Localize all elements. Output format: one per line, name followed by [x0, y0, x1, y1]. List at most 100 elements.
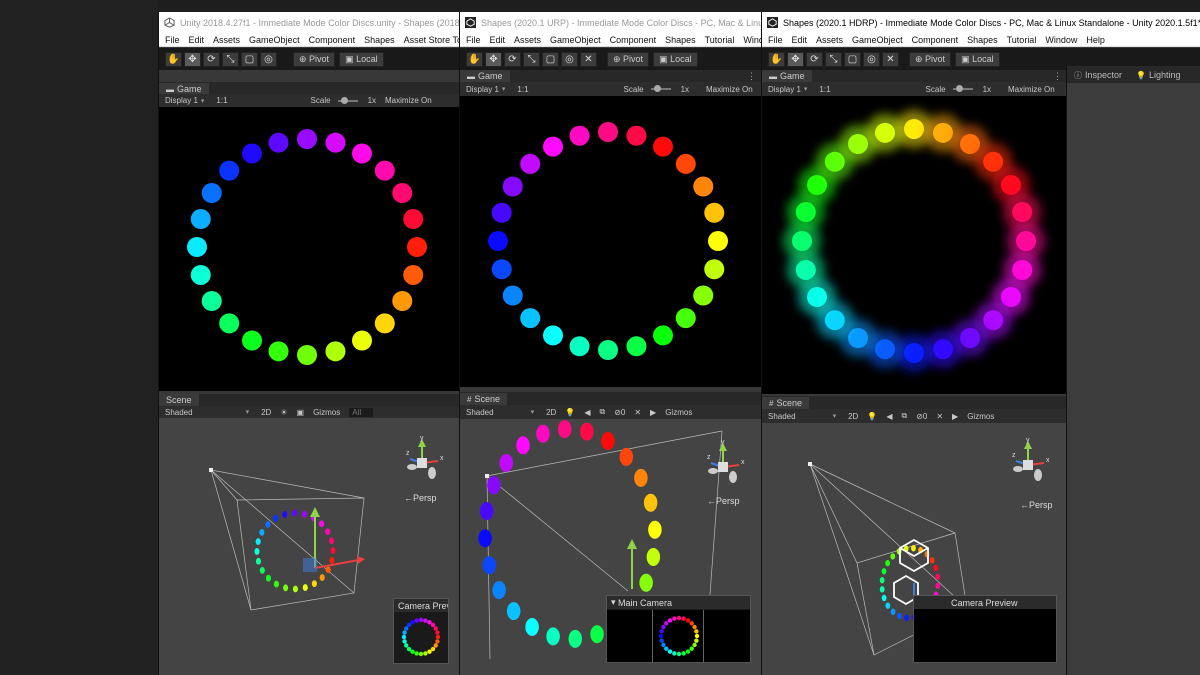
game-view[interactable] — [762, 96, 1067, 394]
pivot-toggle[interactable]: ⊕ Pivot — [293, 51, 336, 67]
display-dropdown[interactable]: Display 1 — [768, 85, 801, 94]
camera-icon[interactable]: ▶ — [650, 408, 656, 417]
tab-lighting[interactable]: 💡 Lighting — [1129, 67, 1188, 83]
menu-file[interactable]: File — [165, 35, 180, 45]
tab-scene[interactable]: # Scene — [460, 393, 507, 405]
gizmos-dropdown[interactable]: Gizmos — [665, 408, 692, 417]
menu-asset-store-tools[interactable]: Asset Store Tools — [404, 35, 459, 45]
maximize-on-play-toggle[interactable]: Maximize On — [706, 85, 753, 94]
scene-view[interactable]: y z x ←Persp ▾ Main Camera — [460, 419, 761, 675]
scene-search-input[interactable]: All — [349, 407, 374, 417]
game-view[interactable] — [159, 107, 459, 391]
gizmo-tools-icon[interactable]: ✕ — [634, 408, 641, 417]
custom-tool-icon[interactable]: ✕ — [882, 51, 899, 67]
gizmo-tools-icon[interactable]: ✕ — [936, 412, 943, 421]
toggle-2d-button[interactable]: 2D — [546, 408, 556, 417]
aspect-dropdown[interactable]: 1:1 — [819, 85, 830, 94]
menu-file[interactable]: File — [768, 35, 783, 45]
pivot-toggle[interactable]: ⊕ Pivot — [607, 51, 650, 67]
tab-game[interactable]: ▬ Game — [460, 70, 510, 82]
scale-tool-icon[interactable]: ⤡ — [825, 51, 842, 67]
visibility-icon[interactable]: ⊘0 — [916, 412, 927, 421]
local-toggle[interactable]: ▣ Local — [955, 51, 1000, 67]
transform-tool-icon[interactable]: ◎ — [561, 51, 578, 67]
local-toggle[interactable]: ▣ Local — [339, 51, 384, 67]
scene-view[interactable]: y z x ←Persp Camera Preview — [159, 418, 459, 675]
menu-help[interactable]: Help — [1086, 35, 1105, 45]
gizmos-dropdown[interactable]: Gizmos — [967, 412, 994, 421]
menu-edit[interactable]: Edit — [792, 35, 808, 45]
toggle-2d-button[interactable]: 2D — [848, 412, 858, 421]
light-toggle-icon[interactable]: 💡 — [565, 408, 575, 417]
display-dropdown[interactable]: Display 1 — [165, 96, 198, 105]
aspect-dropdown[interactable]: 1:1 — [216, 96, 227, 105]
menu-window[interactable]: Window — [743, 35, 761, 45]
tab-inspector[interactable]: ⓘ Inspector — [1067, 67, 1130, 83]
move-tool-icon[interactable]: ✥ — [184, 51, 201, 67]
toggle-2d-button[interactable]: 2D — [261, 408, 271, 417]
window-title-bar[interactable]: Unity 2018.4.27f1 - Immediate Mode Color… — [159, 12, 459, 33]
hand-tool-icon[interactable]: ✋ — [768, 51, 785, 67]
menu-assets[interactable]: Assets — [514, 35, 541, 45]
scale-slider[interactable] — [650, 85, 671, 92]
custom-tool-icon[interactable]: ✕ — [580, 51, 597, 67]
move-tool-icon[interactable]: ✥ — [485, 51, 502, 67]
rotate-tool-icon[interactable]: ⟳ — [504, 51, 521, 67]
hand-tool-icon[interactable]: ✋ — [466, 51, 483, 67]
menu-shapes[interactable]: Shapes — [364, 35, 395, 45]
menu-assets[interactable]: Assets — [213, 35, 240, 45]
gizmos-dropdown[interactable]: Gizmos — [313, 408, 340, 417]
menu-assets[interactable]: Assets — [816, 35, 843, 45]
effects-icon[interactable]: ▣ — [297, 408, 305, 417]
scale-slider[interactable] — [952, 85, 973, 92]
camera-icon[interactable]: ▶ — [952, 412, 958, 421]
perspective-label[interactable]: ←Persp — [404, 493, 437, 503]
transform-tool-icon[interactable]: ◎ — [863, 51, 880, 67]
audio-toggle-icon[interactable]: ◀ — [886, 412, 892, 421]
rect-tool-icon[interactable]: ▢ — [542, 51, 559, 67]
effects-icon[interactable]: ⧉ — [901, 411, 907, 421]
collapse-arrow-icon[interactable]: ▾ — [611, 597, 618, 608]
shading-mode-dropdown[interactable]: Shaded — [466, 408, 494, 417]
game-view[interactable] — [460, 96, 761, 387]
menu-tutorial[interactable]: Tutorial — [705, 35, 735, 45]
tab-scene[interactable]: # Scene — [762, 397, 809, 409]
menu-edit[interactable]: Edit — [490, 35, 506, 45]
tab-game[interactable]: ▬ Game — [762, 70, 812, 82]
rect-tool-icon[interactable]: ▢ — [241, 51, 258, 67]
window-title-bar[interactable]: Shapes (2020.1 HDRP) - Immediate Mode Co… — [762, 12, 1200, 33]
display-dropdown[interactable]: Display 1 — [466, 85, 499, 94]
tab-menu-icon[interactable]: ⋮ — [747, 71, 756, 82]
rotate-tool-icon[interactable]: ⟳ — [806, 51, 823, 67]
shading-mode-dropdown[interactable]: Shaded — [768, 412, 796, 421]
move-tool-icon[interactable]: ✥ — [787, 51, 804, 67]
scale-slider[interactable] — [337, 96, 358, 104]
menu-shapes[interactable]: Shapes — [967, 35, 998, 45]
light-toggle-icon[interactable]: 💡 — [867, 412, 877, 421]
menu-file[interactable]: File — [466, 35, 481, 45]
perspective-label[interactable]: ←Persp — [707, 496, 740, 506]
visibility-icon[interactable]: ⊘0 — [614, 408, 625, 417]
scene-view[interactable]: y z x ←Persp Camera Preview — [762, 423, 1067, 675]
local-toggle[interactable]: ▣ Local — [653, 51, 698, 67]
perspective-label[interactable]: ←Persp — [1020, 500, 1053, 510]
hand-tool-icon[interactable]: ✋ — [165, 51, 182, 67]
menu-component[interactable]: Component — [912, 35, 959, 45]
menu-shapes[interactable]: Shapes — [665, 35, 696, 45]
scale-tool-icon[interactable]: ⤡ — [523, 51, 540, 67]
menu-gameobject[interactable]: GameObject — [550, 35, 601, 45]
pivot-toggle[interactable]: ⊕ Pivot — [909, 51, 952, 67]
light-toggle-icon[interactable]: ☀ — [280, 408, 287, 417]
menu-component[interactable]: Component — [610, 35, 657, 45]
rect-tool-icon[interactable]: ▢ — [844, 51, 861, 67]
effects-icon[interactable]: ⧉ — [599, 407, 605, 417]
tab-scene[interactable]: Scene — [159, 394, 199, 406]
maximize-on-play-toggle[interactable]: Maximize On — [1008, 85, 1055, 94]
menu-gameobject[interactable]: GameObject — [852, 35, 903, 45]
transform-tool-icon[interactable]: ◎ — [260, 51, 277, 67]
rotate-tool-icon[interactable]: ⟳ — [203, 51, 220, 67]
window-title-bar[interactable]: Shapes (2020.1 URP) - Immediate Mode Col… — [460, 12, 761, 33]
audio-toggle-icon[interactable]: ◀ — [584, 408, 590, 417]
menu-window[interactable]: Window — [1045, 35, 1077, 45]
menu-edit[interactable]: Edit — [189, 35, 205, 45]
